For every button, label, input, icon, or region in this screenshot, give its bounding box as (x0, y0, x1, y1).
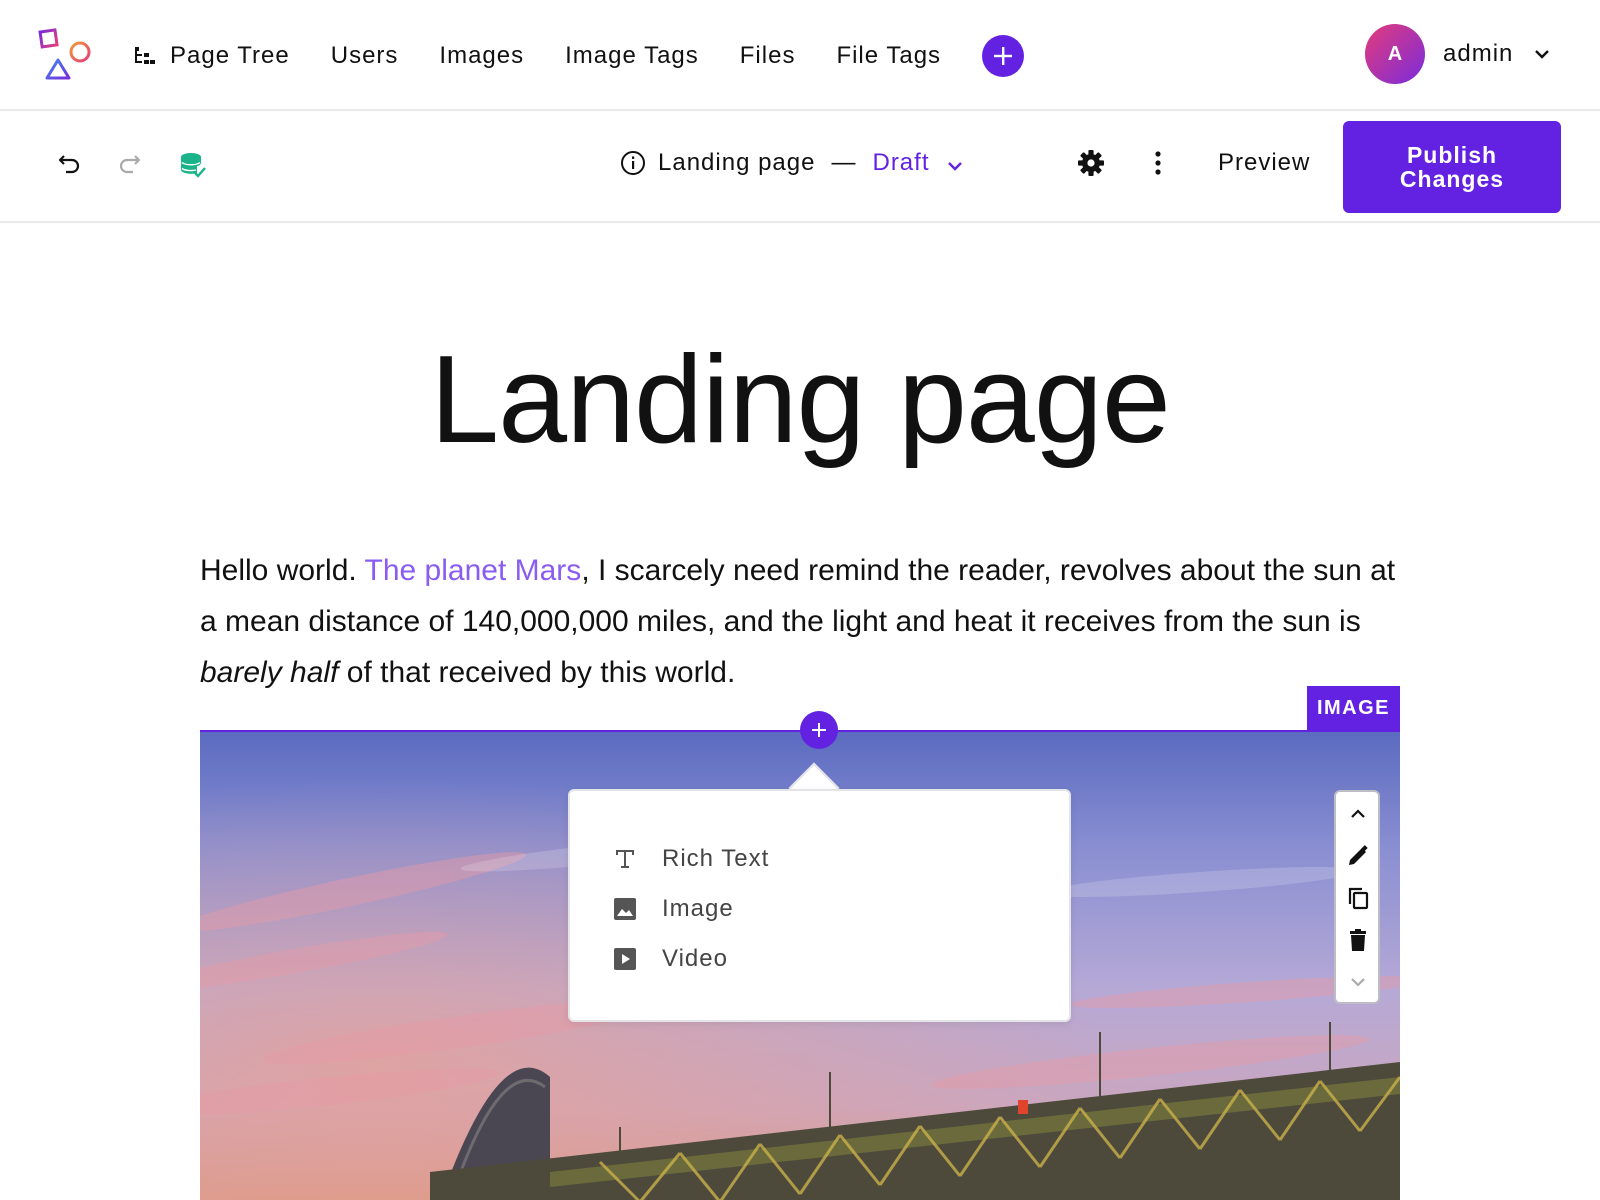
nav-item-image-tags[interactable]: Image Tags (565, 42, 699, 70)
nav-item-files[interactable]: Files (740, 42, 796, 70)
editor-toolbar: Landing page — Draft Preview Publish Cha… (0, 111, 1600, 223)
move-up-chevron-icon[interactable] (1344, 800, 1372, 828)
edit-pencil-icon[interactable] (1344, 842, 1372, 870)
separator: — (831, 149, 857, 176)
main-nav: Page Tree Users Images Image Tags Files … (134, 35, 1025, 77)
text-icon (612, 846, 638, 872)
settings-gear-icon[interactable] (1076, 148, 1106, 178)
nav-item-users[interactable]: Users (331, 42, 399, 70)
saved-database-icon (178, 151, 208, 181)
duplicate-icon[interactable] (1344, 884, 1372, 912)
undo-icon[interactable] (55, 148, 85, 178)
menu-item-label: Rich Text (662, 845, 770, 872)
video-icon (612, 946, 638, 972)
insert-block-menu: Rich Text Image Video (568, 789, 1071, 1022)
nav-add-button[interactable] (982, 35, 1025, 77)
image-icon (612, 896, 638, 922)
nav-item-page-tree[interactable]: Page Tree (134, 42, 290, 70)
nav-item-label: Images (439, 42, 525, 69)
plus-icon (812, 723, 826, 737)
nav-item-label: Page Tree (170, 42, 290, 69)
block-actions-toolbar (1334, 790, 1380, 1004)
page-name: Landing page (658, 149, 816, 176)
move-down-chevron-icon[interactable] (1344, 968, 1372, 996)
avatar: A (1365, 24, 1425, 84)
preview-button[interactable]: Preview (1218, 149, 1310, 177)
insert-block-button[interactable] (800, 711, 838, 749)
user-name: admin (1443, 40, 1514, 67)
more-vertical-icon[interactable] (1143, 148, 1173, 178)
menu-item-rich-text[interactable]: Rich Text (612, 845, 769, 873)
menu-item-image[interactable]: Image (612, 895, 734, 923)
app-logo-icon[interactable] (38, 28, 94, 84)
page-title[interactable]: Landing page (0, 330, 1600, 470)
nav-item-file-tags[interactable]: File Tags (836, 42, 941, 70)
rich-text-block[interactable]: Hello world. The planet Mars, I scarcely… (200, 545, 1400, 698)
menu-item-label: Video (662, 945, 728, 972)
menu-item-video[interactable]: Video (612, 945, 728, 973)
body-text-end: of that received by this world. (338, 656, 736, 689)
planet-mars-link[interactable]: The planet Mars (365, 554, 582, 587)
top-navigation: Page Tree Users Images Image Tags Files … (0, 0, 1600, 111)
chevron-down-icon (1533, 45, 1551, 63)
image-block-label: IMAGE (1307, 686, 1400, 730)
redo-icon[interactable] (114, 148, 144, 178)
page-tree-icon (134, 45, 156, 67)
body-text-start: Hello world. (200, 554, 365, 587)
nav-item-label: Image Tags (565, 42, 699, 69)
nav-item-label: Files (739, 42, 796, 69)
publish-changes-button[interactable]: Publish Changes (1343, 121, 1561, 213)
chevron-down-icon (946, 154, 964, 172)
italic-text: barely half (200, 656, 339, 689)
nav-item-label: Users (330, 42, 399, 69)
user-menu[interactable]: A admin (1365, 24, 1551, 84)
status-badge: Draft (872, 149, 930, 176)
menu-item-label: Image (662, 895, 734, 922)
page-status-selector[interactable]: Landing page — Draft (620, 149, 964, 177)
delete-trash-icon[interactable] (1344, 926, 1372, 954)
nav-item-label: File Tags (836, 42, 942, 69)
plus-icon (994, 47, 1013, 65)
nav-item-images[interactable]: Images (439, 42, 524, 70)
info-icon (620, 150, 646, 176)
